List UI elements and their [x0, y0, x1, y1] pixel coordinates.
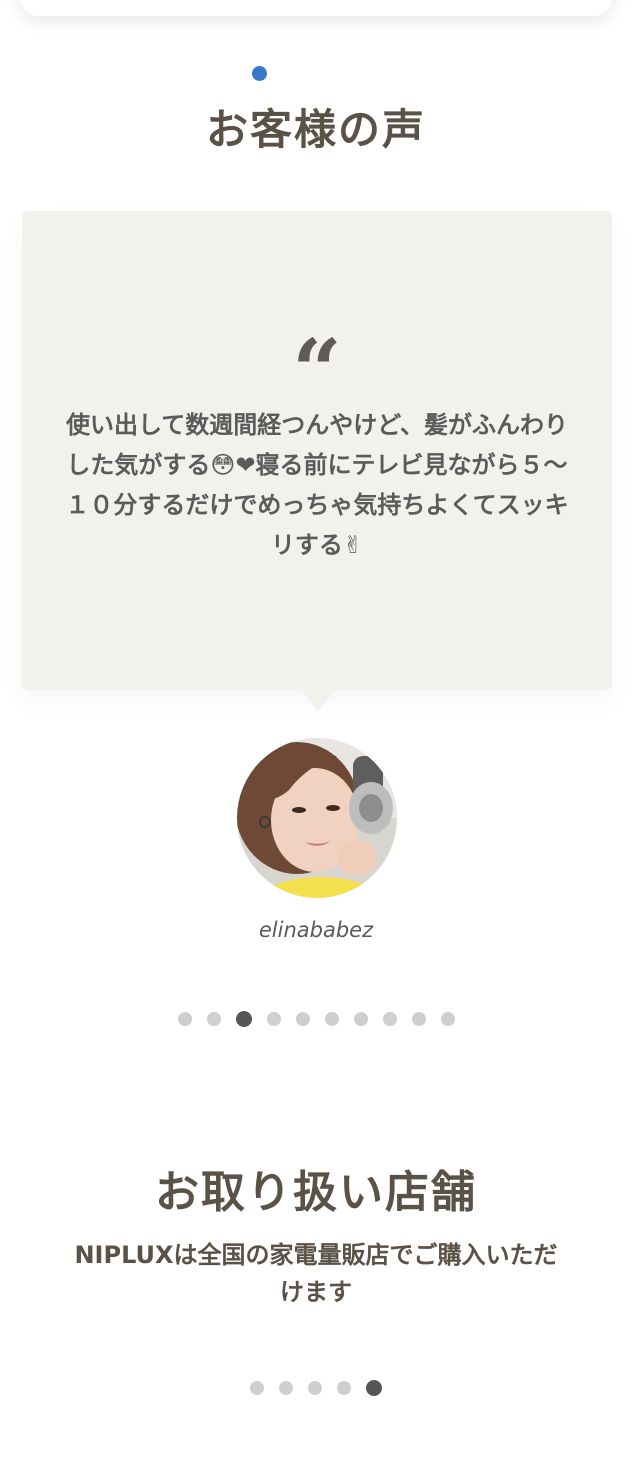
section-marker-dot: [252, 66, 267, 81]
voices-pagination-dot-5[interactable]: [295, 1012, 310, 1026]
voices-pagination-dot-8[interactable]: [382, 1012, 397, 1026]
voices-section-title: お客様の声: [205, 105, 426, 154]
stores-pagination-dot-1[interactable]: [250, 1381, 264, 1395]
voices-pagination-dot-7[interactable]: [353, 1012, 368, 1026]
header-shadow: [20, 0, 612, 16]
voices-pagination-dot-10[interactable]: [440, 1012, 455, 1026]
voices-pagination-dot-6[interactable]: [324, 1012, 339, 1026]
voices-pagination-dot-3[interactable]: [235, 1011, 252, 1027]
stores-pagination-dot-4[interactable]: [337, 1381, 351, 1395]
testimonial-card: “ 使い出して数週間経つんやけど、髪がふんわりした気がする😳❤寝る前にテレビ見な…: [22, 211, 612, 690]
testimonial-card-pointer: [301, 689, 335, 711]
customer-username: elinababez: [258, 918, 374, 942]
voices-pagination-dot-4[interactable]: [266, 1012, 281, 1026]
customer-avatar: [237, 738, 397, 898]
voices-pagination-dot-9[interactable]: [411, 1012, 426, 1026]
stores-pagination-dot-2[interactable]: [279, 1381, 293, 1395]
voices-pagination-dot-1[interactable]: [177, 1012, 192, 1026]
testimonial-text: 使い出して数週間経つんやけど、髪がふんわりした気がする😳❤寝る前にテレビ見ながら…: [65, 411, 569, 559]
voices-carousel-pagination: [0, 1011, 632, 1027]
customer-avatar-image: [237, 738, 397, 898]
stores-carousel-pagination: [0, 1380, 632, 1396]
quote-icon: “: [292, 321, 342, 422]
stores-section-title: お取り扱い店舗: [155, 1167, 477, 1218]
stores-pagination-dot-3[interactable]: [308, 1381, 322, 1395]
voices-pagination-dot-2[interactable]: [206, 1012, 221, 1026]
stores-description: NIPLUXは全国の家電量販店でご購入いただけます: [74, 1241, 558, 1306]
stores-pagination-dot-5[interactable]: [366, 1380, 382, 1396]
